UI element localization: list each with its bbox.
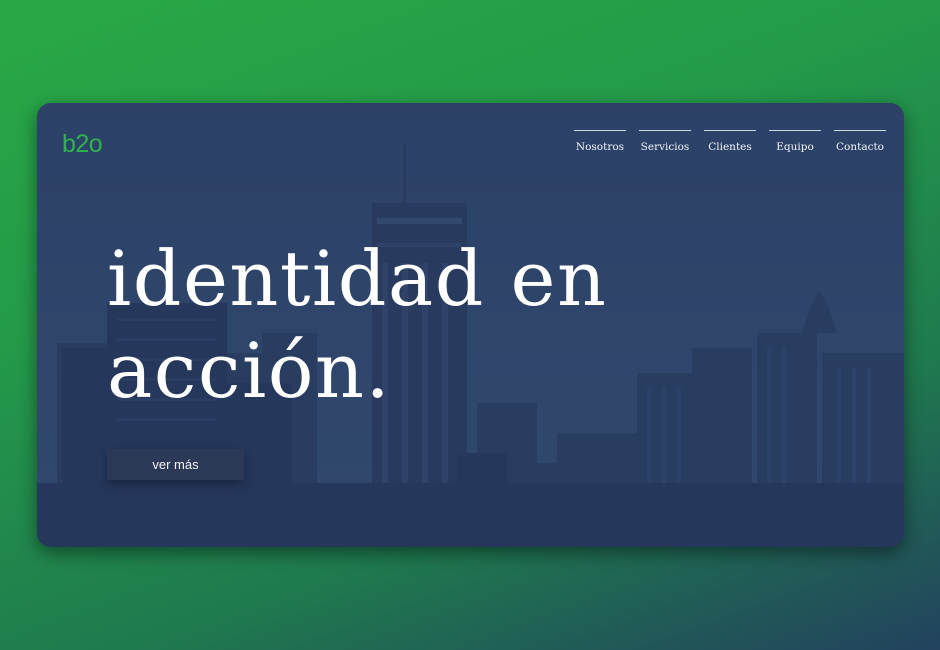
- hero-card: b2o Nosotros Servicios Clientes Equipo C…: [37, 103, 904, 547]
- nav-item-contacto[interactable]: Contacto: [834, 130, 886, 153]
- nav-item-nosotros[interactable]: Nosotros: [574, 130, 626, 153]
- hero-headline: identidad en acción.: [107, 233, 607, 417]
- headline-line-2: acción.: [107, 326, 392, 415]
- nav-item-servicios[interactable]: Servicios: [639, 130, 691, 153]
- nav-item-equipo[interactable]: Equipo: [769, 130, 821, 153]
- brand-logo[interactable]: b2o: [62, 130, 103, 159]
- main-nav: Nosotros Servicios Clientes Equipo Conta…: [574, 130, 886, 153]
- headline-line-1: identidad en: [107, 234, 608, 323]
- ver-mas-button[interactable]: ver más: [107, 449, 244, 480]
- nav-item-clientes[interactable]: Clientes: [704, 130, 756, 153]
